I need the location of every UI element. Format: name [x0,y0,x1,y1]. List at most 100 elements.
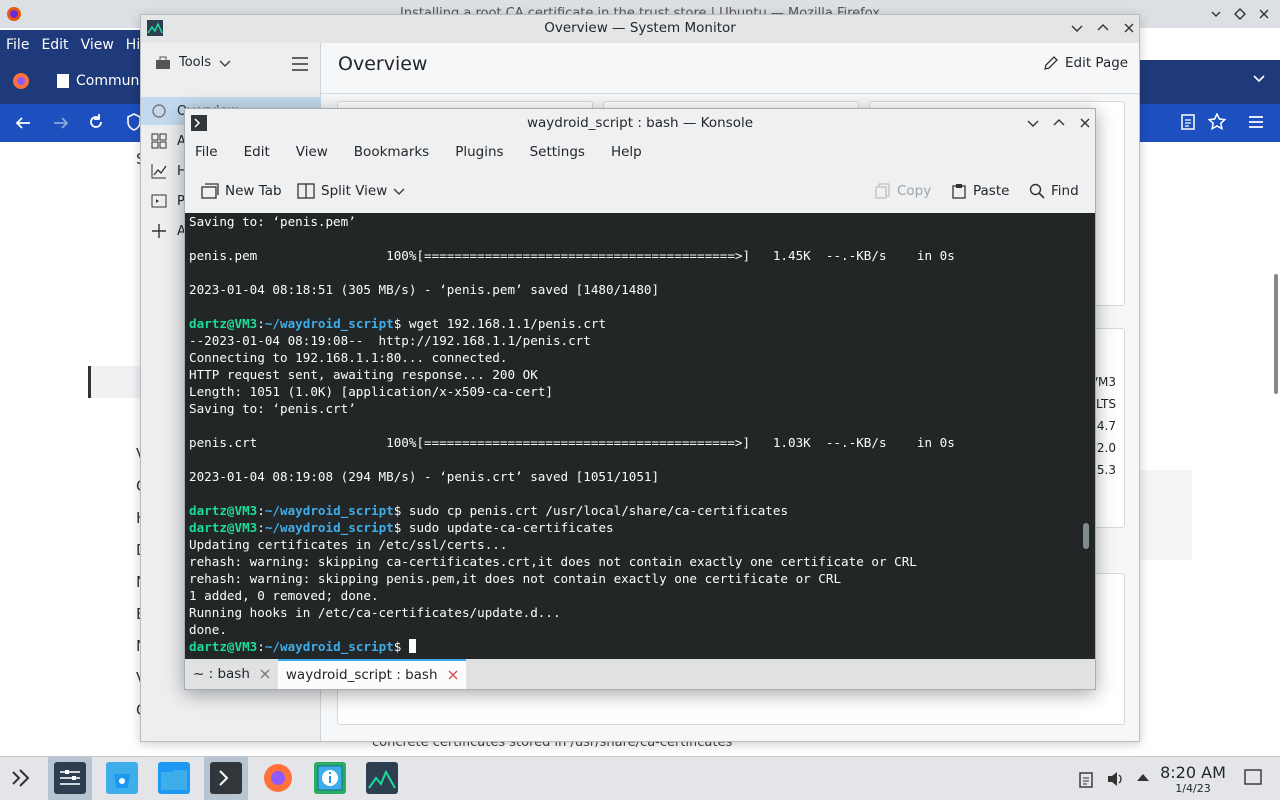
menu-help[interactable]: Help [601,144,652,160]
close-tab-icon[interactable] [260,669,270,679]
prompt-separator: : [257,503,265,518]
discover-icon[interactable] [106,762,138,794]
menu-file[interactable]: File [6,37,29,53]
kinfocenter-icon[interactable] [314,762,346,794]
konsole-toolbar: New Tab Split View Copy Paste Find [185,171,1095,211]
konsole-app-icon [191,115,207,131]
copy-icon [875,183,891,199]
application-launcher-icon[interactable] [10,766,34,790]
menu-view[interactable]: View [81,37,114,53]
terminal-output[interactable]: Saving to: ‘penis.pem’ penis.pem 100%[===… [185,213,1095,659]
menu-settings[interactable]: Settings [520,144,595,160]
command-text [401,639,409,654]
tab-waydroid-bash[interactable]: waydroid_script : bash [277,659,466,689]
tools-menu-button[interactable]: Tools [155,55,231,70]
digital-clock[interactable]: 8:20 AM 1/4/23 [1158,763,1228,795]
prompt-separator: : [257,520,265,535]
terminal-line: 1 added, 0 removed; done. [189,588,379,603]
page-scrollbar[interactable] [1274,274,1278,394]
close-icon[interactable] [1258,8,1270,20]
terminal-line: Saving to: ‘penis.pem’ [189,214,356,229]
expand-tray-icon[interactable] [1136,771,1150,785]
terminal-line: penis.pem 100%[=========================… [189,248,955,263]
menu-view[interactable]: View [286,144,338,160]
page-icon [56,73,70,89]
app-menu-icon[interactable] [1248,114,1264,130]
new-tab-button[interactable]: New Tab [201,176,282,206]
konsole-icon[interactable] [210,762,242,794]
tab-home-bash[interactable]: ~ : bash [185,659,278,689]
terminal-scrollbar[interactable] [1083,523,1089,549]
konsole-tab-bar: ~ : bash waydroid_script : bash [185,659,1095,689]
prompt-user-host: dartz@VM3 [189,639,258,654]
system-monitor-icon[interactable] [366,762,398,794]
terminal-line: Updating certificates in /etc/ssl/certs.… [189,537,508,552]
prompt-user-host: dartz@VM3 [189,520,258,535]
reader-view-icon[interactable] [1180,113,1196,131]
close-icon[interactable] [1079,117,1091,129]
menu-file[interactable]: File [185,144,228,160]
menu-edit[interactable]: Edit [41,37,68,53]
forward-icon[interactable] [52,114,70,132]
back-icon[interactable] [14,114,32,132]
sysmon-titlebar[interactable]: Overview — System Monitor [141,15,1139,43]
firefox-tab[interactable]: Communi [48,66,143,96]
minimize-icon[interactable] [1210,8,1222,20]
maximize-icon[interactable] [1053,117,1065,129]
maximize-icon[interactable] [1234,8,1246,20]
menu-plugins[interactable]: Plugins [445,144,513,160]
paste-icon [951,183,967,199]
copy-button[interactable]: Copy [875,176,931,206]
menu-edit[interactable]: Edit [234,144,280,160]
dolphin-icon[interactable] [158,762,190,794]
minimize-icon[interactable] [1071,22,1083,34]
clipboard-icon[interactable] [1078,770,1094,788]
prompt-path: ~/waydroid_script [264,520,394,535]
pencil-icon [1043,55,1059,71]
command-text: sudo update-ca-certificates [401,520,614,535]
chevron-down-icon [393,186,405,196]
konsole-menubar: File Edit View Bookmarks Plugins Setting… [185,137,1095,167]
applications-icon [151,133,167,149]
firefox-view-icon[interactable] [12,72,30,90]
close-icon[interactable] [1123,22,1135,34]
overview-icon [151,103,167,119]
terminal-line: dartz@VM3:~/waydroid_script$ [189,638,1091,655]
bookmark-star-icon[interactable] [1208,113,1226,131]
command-text: sudo cp penis.crt /usr/local/share/ca-ce… [401,503,789,518]
system-settings-icon[interactable] [54,762,86,794]
sysmon-title: Overview — System Monitor [544,20,736,36]
maximize-icon[interactable] [1097,22,1109,34]
konsole-titlebar[interactable]: waydroid_script : bash — Konsole [185,109,1095,137]
firefox-icon[interactable] [262,762,294,794]
processes-icon [151,193,167,209]
hamburger-menu-icon[interactable] [291,57,309,71]
minimize-icon[interactable] [1027,117,1039,129]
clock-date: 1/4/23 [1175,782,1211,795]
terminal-line: --2023-01-04 08:19:08-- http://192.168.1… [189,333,591,348]
text-cursor [408,639,416,653]
menu-bookmarks[interactable]: Bookmarks [344,144,439,160]
reload-icon[interactable] [87,113,105,131]
show-desktop-icon[interactable] [1244,768,1262,786]
terminal-line: 2023-01-04 08:18:51 (305 MB/s) - ‘penis.… [189,282,660,297]
prompt-path: ~/waydroid_script [264,316,394,331]
firefox-app-icon [6,6,22,22]
prompt-user-host: dartz@VM3 [189,503,258,518]
close-tab-icon[interactable] [448,670,458,680]
edit-page-button[interactable]: Edit Page [1043,55,1128,71]
firefox-menubar: File Edit View His [0,30,148,60]
find-button[interactable]: Find [1029,176,1079,206]
split-view-button[interactable]: Split View [297,176,405,206]
paste-button[interactable]: Paste [951,176,1009,206]
list-all-tabs-icon[interactable] [1252,72,1266,86]
volume-icon[interactable] [1106,770,1124,788]
prompt-separator: : [257,639,265,654]
clock-time: 8:20 AM [1160,763,1226,782]
terminal-line: dartz@VM3:~/waydroid_script$ sudo update… [189,519,1091,536]
